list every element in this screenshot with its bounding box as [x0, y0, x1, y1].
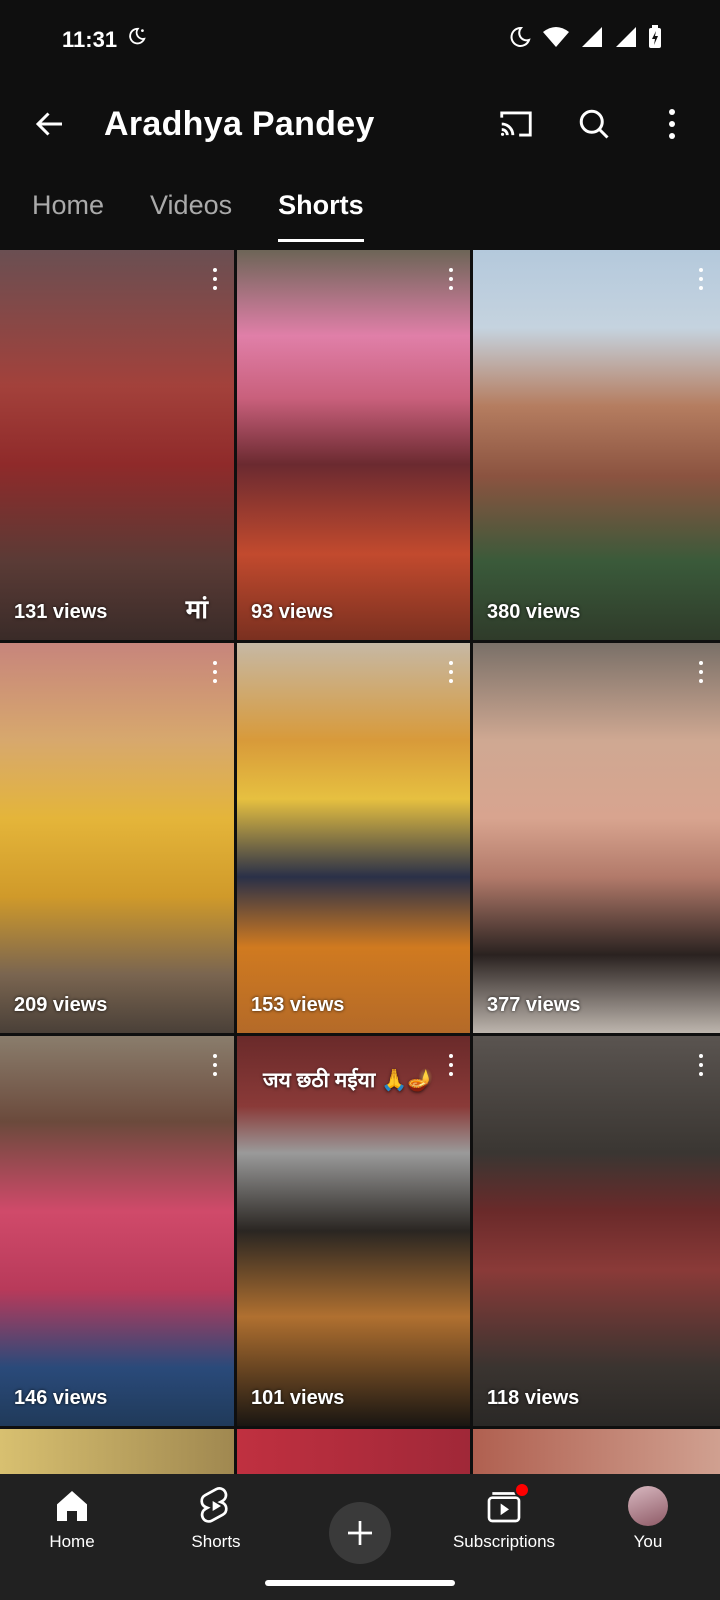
nav-home-label: Home — [49, 1532, 95, 1551]
view-count: 93 views — [251, 601, 334, 623]
short-thumbnail-partial[interactable] — [473, 1429, 720, 1474]
short-thumbnail[interactable]: 209 views — [0, 643, 234, 1033]
search-button[interactable] — [572, 102, 616, 146]
plus-icon — [348, 1521, 372, 1545]
nav-create[interactable] — [290, 1474, 430, 1564]
status-time: 11:31 — [62, 27, 118, 52]
short-thumbnail[interactable]: 377 views — [473, 643, 720, 1033]
moon-star-icon — [125, 26, 147, 54]
battery-charging-icon — [648, 25, 662, 55]
short-thumbnail[interactable]: 118 views — [473, 1036, 720, 1426]
home-icon — [57, 1491, 87, 1521]
more-vert-icon[interactable] — [448, 1054, 454, 1076]
shorts-grid: मां 131 views 93 views 380 views 209 vie… — [0, 244, 720, 1474]
tab-home[interactable]: Home — [32, 168, 104, 244]
channel-tabs: Home Videos Shorts — [0, 168, 720, 244]
more-options-button[interactable] — [650, 102, 694, 146]
subscriptions-icon-wrap — [484, 1482, 530, 1526]
short-thumbnail[interactable]: 380 views — [473, 250, 720, 640]
nav-subscriptions-label: Subscriptions — [452, 1532, 556, 1551]
view-count: 118 views — [487, 1387, 580, 1409]
create-button[interactable] — [329, 1502, 391, 1564]
more-vert-icon[interactable] — [698, 1054, 704, 1076]
more-vert-icon[interactable] — [448, 661, 454, 683]
dnd-moon-icon — [508, 25, 532, 55]
cast-icon — [500, 111, 532, 137]
nav-shorts-label: Shorts — [191, 1532, 241, 1551]
short-thumbnail[interactable]: 146 views — [0, 1036, 234, 1426]
more-vert-icon[interactable] — [212, 268, 218, 290]
status-bar: 11:31 — [0, 0, 720, 80]
arrow-back-icon — [35, 112, 62, 136]
nav-shorts[interactable]: Shorts — [146, 1474, 286, 1552]
nav-home[interactable]: Home — [2, 1474, 142, 1552]
shorts-icon — [200, 1487, 228, 1523]
short-thumbnail[interactable]: मां 131 views — [0, 250, 234, 640]
thumbnail-overlay-text: जय छठी मईया 🙏🪔 — [263, 1069, 434, 1092]
tab-shorts[interactable]: Shorts — [278, 168, 364, 244]
nav-you-label: You — [633, 1532, 663, 1551]
thumbnail-overlay-text: मां — [185, 594, 208, 624]
signal-icon-2 — [614, 25, 638, 55]
short-thumbnail[interactable]: 153 views — [237, 643, 470, 1033]
channel-title: Aradhya Pandey — [104, 104, 375, 143]
view-count: 146 views — [14, 1387, 108, 1409]
search-icon — [579, 109, 609, 139]
view-count: 209 views — [14, 994, 108, 1016]
view-count: 131 views — [14, 601, 108, 623]
more-vert-icon[interactable] — [698, 661, 704, 683]
app-bar: Aradhya Pandey — [0, 80, 720, 168]
short-thumbnail[interactable]: 93 views — [237, 250, 470, 640]
notification-badge — [514, 1482, 530, 1498]
short-thumbnail-partial[interactable] — [0, 1429, 234, 1474]
more-vert-icon[interactable] — [448, 268, 454, 290]
short-thumbnail[interactable]: जय छठी मईया 🙏🪔 101 views — [237, 1036, 470, 1426]
view-count: 380 views — [487, 601, 581, 623]
more-vert-icon[interactable] — [212, 661, 218, 683]
home-indicator[interactable] — [265, 1580, 455, 1586]
more-vert-icon[interactable] — [698, 268, 704, 290]
view-count: 101 views — [251, 1387, 345, 1409]
more-vert-icon — [669, 109, 675, 139]
nav-you[interactable]: You — [578, 1474, 718, 1552]
cast-button[interactable] — [494, 102, 538, 146]
view-count: 153 views — [251, 994, 345, 1016]
signal-icon — [580, 25, 604, 55]
back-button[interactable] — [28, 102, 72, 146]
avatar — [628, 1486, 668, 1526]
short-thumbnail-partial[interactable] — [237, 1429, 470, 1474]
wifi-icon — [542, 25, 570, 55]
more-vert-icon[interactable] — [212, 1054, 218, 1076]
tab-videos[interactable]: Videos — [150, 168, 232, 244]
view-count: 377 views — [487, 994, 581, 1016]
nav-subscriptions[interactable]: Subscriptions — [434, 1474, 574, 1552]
